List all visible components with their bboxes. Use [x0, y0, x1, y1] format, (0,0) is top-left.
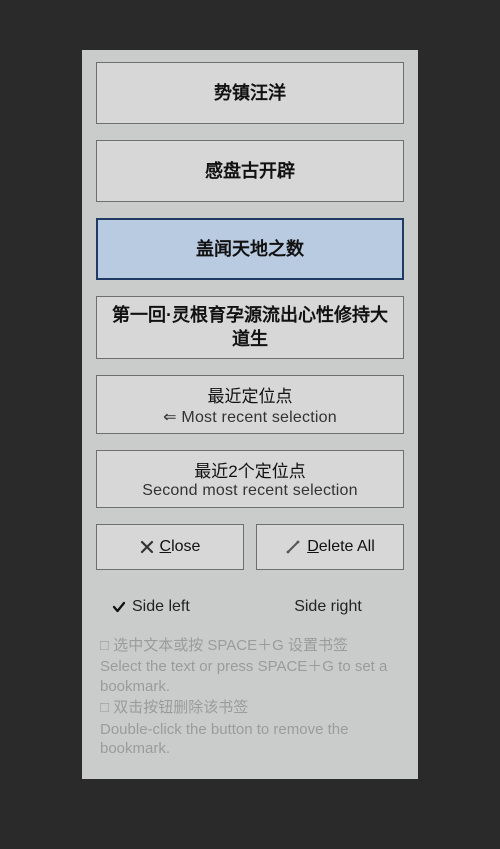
bookmark-label: 第一回·灵根育孕源流出心性修持大道生: [105, 303, 395, 352]
bookmark-item[interactable]: 第一回·灵根育孕源流出心性修持大道生: [96, 296, 404, 359]
bookmark-item[interactable]: 盖闻天地之数: [96, 218, 404, 280]
recent-subtitle: ⇐ Most recent selection: [163, 407, 337, 427]
bookmark-list: 势镇汪洋感盘古开辟盖闻天地之数第一回·灵根育孕源流出心性修持大道生: [96, 62, 404, 359]
recent-list: 最近定位点⇐ Most recent selection 最近2个定位点Secon…: [96, 375, 404, 508]
bookmark-label: 势镇汪洋: [214, 81, 286, 105]
recent-item[interactable]: 最近定位点⇐ Most recent selection: [96, 375, 404, 434]
close-label: Close: [160, 538, 201, 556]
recent-title: 最近2个定位点: [194, 457, 305, 482]
bookmark-item[interactable]: 感盘古开辟: [96, 140, 404, 202]
bookmark-panel: 势镇汪洋感盘古开辟盖闻天地之数第一回·灵根育孕源流出心性修持大道生 最近定位点⇐…: [82, 50, 418, 779]
bookmark-label: 感盘古开辟: [205, 159, 295, 183]
side-options: Side left Side right: [96, 598, 404, 616]
side-right-label: Side right: [294, 598, 362, 616]
delete-all-label: Delete All: [307, 538, 375, 556]
hint-en: Select the text or press SPACE＋G to set …: [100, 657, 400, 696]
bookmark-label: 盖闻天地之数: [196, 237, 304, 261]
recent-subtitle: Second most recent selection: [142, 482, 358, 500]
bookmark-item[interactable]: 势镇汪洋: [96, 62, 404, 124]
close-button[interactable]: Close: [96, 524, 244, 570]
hint-en: Double-click the button to remove the bo…: [100, 720, 400, 759]
side-left-label: Side left: [132, 598, 190, 616]
button-row: Close Delete All: [96, 524, 404, 570]
recent-item[interactable]: 最近2个定位点Second most recent selection: [96, 450, 404, 508]
hints: 选中文本或按 SPACE＋G 设置书签Select the text or pr…: [96, 636, 404, 759]
tools-icon: [285, 539, 301, 555]
hint-cn: 双击按钮删除该书签: [100, 698, 400, 718]
delete-all-button[interactable]: Delete All: [256, 524, 404, 570]
side-right-option[interactable]: Side right: [254, 598, 396, 616]
check-icon: [112, 600, 126, 614]
close-icon: [140, 540, 154, 554]
hint-cn: 选中文本或按 SPACE＋G 设置书签: [100, 636, 400, 656]
side-left-option[interactable]: Side left: [112, 598, 254, 616]
recent-title: 最近定位点: [208, 382, 293, 407]
